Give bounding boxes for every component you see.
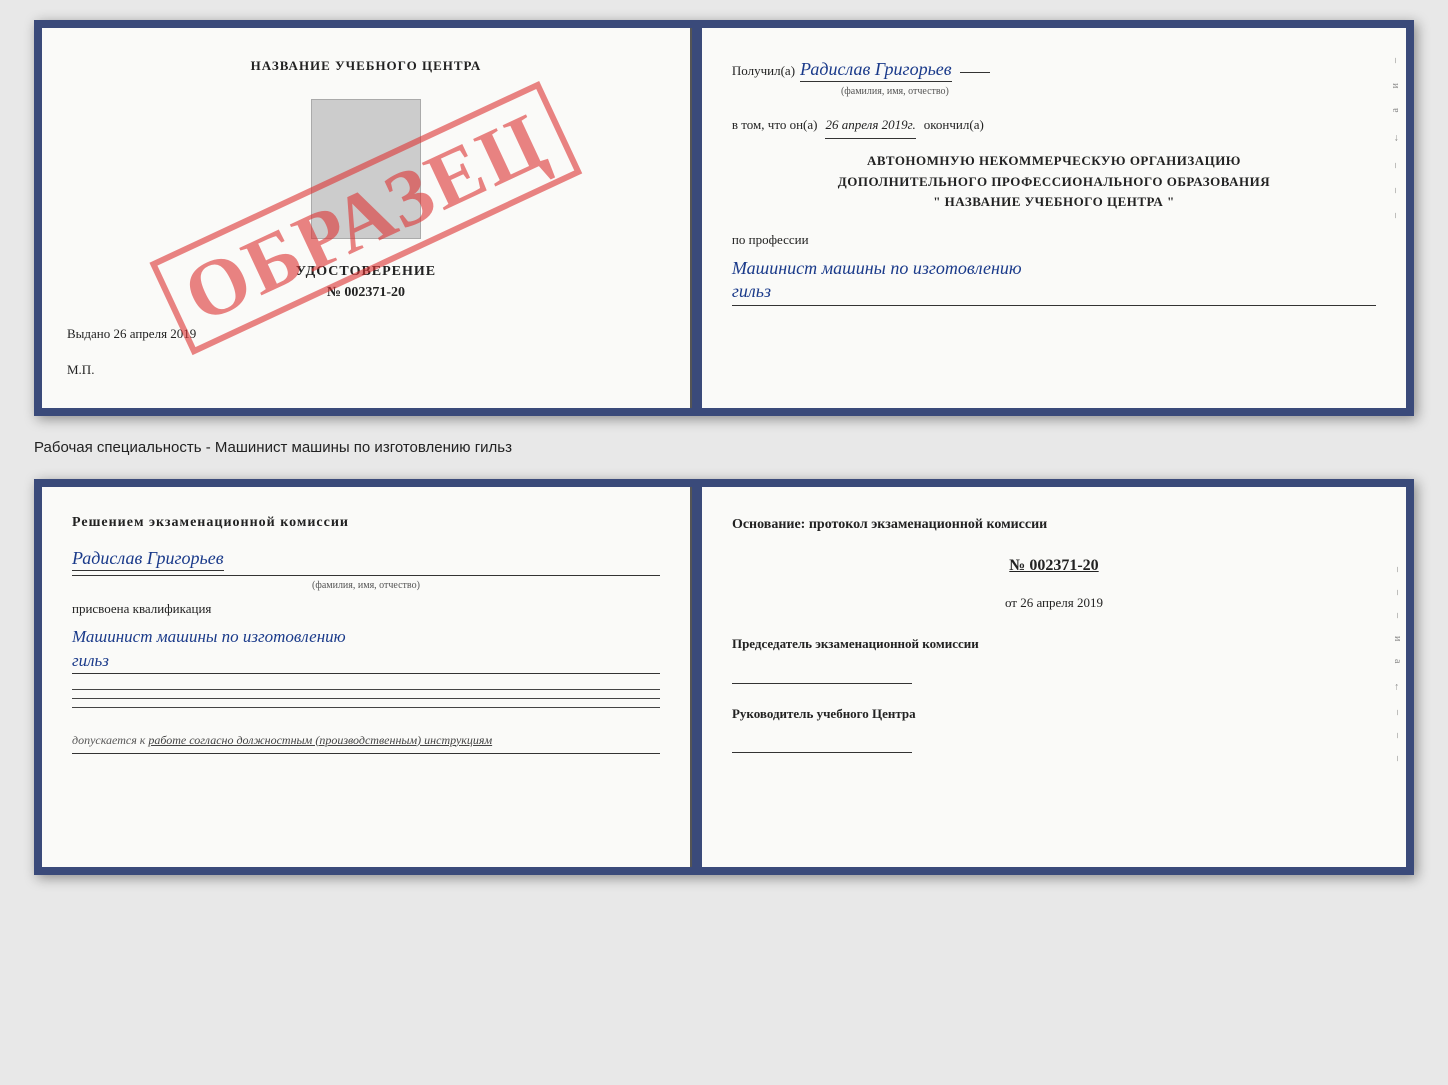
bottom-side-mark-6: ← [1392,682,1403,692]
bottom-fio-label: (фамилия, имя, отчество) [72,580,660,591]
receiver-line: Получил(а) Радислав Григорьев (фамилия, … [732,53,1376,101]
ot-date: от 26 апреля 2019 [732,591,1376,614]
mp-line: М.П. [67,362,94,378]
bottom-side-mark-2: – [1392,590,1403,595]
dopuskaetsya-text: работе согласно должностным (производств… [148,733,492,747]
profession-name: Машинист машины по изготовлению гильз [732,257,1376,307]
side-mark-1: – [1390,58,1401,63]
h-rule-2 [72,698,660,699]
vydano-line: Выдано 26 апреля 2019 [67,326,196,342]
dash-line [960,72,990,73]
udostoverenie-title: УДОСТОВЕРЕНИЕ [296,264,436,280]
bottom-person-name: Радислав Григорьев [72,548,224,571]
signature-lines [72,689,660,708]
side-marks: – и а ← – – – [1390,58,1401,218]
person-name-group: Радислав Григорьев (фамилия, имя, отчест… [72,548,660,591]
top-document: НАЗВАНИЕ УЧЕБНОГО ЦЕНТРА УДОСТОВЕРЕНИЕ №… [34,20,1414,416]
bottom-side-mark-7: – [1392,710,1403,715]
prisvoyena-line: присвоена квалификация [72,601,660,617]
profession-label: по профессии [732,228,1376,251]
chairman-block: Председатель экзаменационной комиссии [732,634,1376,684]
side-mark-3: а [1390,108,1401,112]
org-block: АВТОНОМНУЮ НЕКОММЕРЧЕСКУЮ ОРГАНИЗАЦИЮ ДО… [732,151,1376,213]
spine-divider [692,28,702,408]
profession-block: по профессии Машинист машины по изготовл… [732,228,1376,306]
resheniye-title: Решением экзаменационной комиссии [72,512,660,533]
prof-line2: гильз [732,281,771,301]
chairman-signature-line [732,659,912,684]
bottom-side-mark-3: – [1392,613,1403,618]
udostoverenie-block: УДОСТОВЕРЕНИЕ № 002371-20 [296,264,436,306]
poluchil-label: Получил(а) [732,59,795,82]
bottom-side-mark-5: а [1392,659,1403,663]
side-mark-5: – [1390,163,1401,168]
bottom-side-mark-4: и [1392,636,1403,641]
completion-date: 26 апреля 2019г. [825,113,915,138]
name-underline [72,575,660,576]
bottom-side-mark-9: – [1392,756,1403,761]
cert-number: № 002371-20 [296,285,436,301]
qual-line1: Машинист машины по изготовлению [72,627,346,646]
photo-placeholder [311,99,421,239]
rukovoditel-signature-line [732,728,912,753]
receiver-name: Радислав Григорьев [800,59,952,82]
org-line2: ДОПОЛНИТЕЛЬНОГО ПРОФЕССИОНАЛЬНОГО ОБРАЗО… [732,172,1376,193]
org-line3: " НАЗВАНИЕ УЧЕБНОГО ЦЕНТРА " [732,192,1376,213]
bottom-side-mark-8: – [1392,733,1403,738]
vydano-date: 26 апреля 2019 [114,326,197,341]
prof-line1: Машинист машины по изготовлению [732,258,1022,278]
okonchil-label: окончил(а) [924,113,984,136]
ot-label: от [1005,595,1017,610]
vydano-label: Выдано [67,326,110,341]
vtom-label: в том, что он(а) [732,113,818,136]
side-mark-2: и [1390,83,1401,88]
dopuskaetsya-underline [72,753,660,754]
right-top-content: Получил(а) Радислав Григорьев (фамилия, … [732,53,1376,306]
rukovoditel-label: Руководитель учебного Центра [732,704,1376,724]
h-rule-1 [72,689,660,690]
vtom-line: в том, что он(а) 26 апреля 2019г. окончи… [732,113,1376,138]
org-line1: АВТОНОМНУЮ НЕКОММЕРЧЕСКУЮ ОРГАНИЗАЦИЮ [732,151,1376,172]
qualification-name: Машинист машины по изготовлению гильз [72,625,660,674]
dopuskaetsya-line: допускается к работе согласно должностны… [72,733,660,748]
top-doc-right: Получил(а) Радислав Григорьев (фамилия, … [702,28,1406,408]
bottom-doc-left: Решением экзаменационной комиссии Радисл… [42,487,692,867]
h-rule-3 [72,707,660,708]
separator-label: Рабочая специальность - Машинист машины … [34,434,1414,461]
dopuskaetsya-prefix: допускается к [72,733,145,747]
side-mark-4: ← [1390,133,1401,143]
side-mark-7: – [1390,213,1401,218]
qual-line2: гильз [72,651,109,670]
osnovaniye-block: Основание: протокол экзаменационной коми… [732,512,1376,753]
bottom-doc-right: Основание: протокол экзаменационной коми… [702,487,1406,867]
fio-sublabel: (фамилия, имя, отчество) [800,83,990,101]
top-doc-left: НАЗВАНИЕ УЧЕБНОГО ЦЕНТРА УДОСТОВЕРЕНИЕ №… [42,28,692,408]
bottom-spine-divider [692,487,702,867]
protocol-number: № 002371-20 [732,552,1376,581]
top-center-name: НАЗВАНИЕ УЧЕБНОГО ЦЕНТРА [251,58,482,74]
chairman-label: Председатель экзаменационной комиссии [732,634,1376,654]
osnovaniye-title: Основание: протокол экзаменационной коми… [732,512,1376,537]
bottom-side-mark-1: – [1392,567,1403,572]
receiver-name-group: Радислав Григорьев (фамилия, имя, отчест… [800,53,990,101]
rukovoditel-block: Руководитель учебного Центра [732,704,1376,754]
side-mark-6: – [1390,188,1401,193]
bottom-side-marks: – – – и а ← – – – [1392,567,1403,761]
bottom-document: Решением экзаменационной комиссии Радисл… [34,479,1414,875]
ot-date-value: 26 апреля 2019 [1020,595,1103,610]
